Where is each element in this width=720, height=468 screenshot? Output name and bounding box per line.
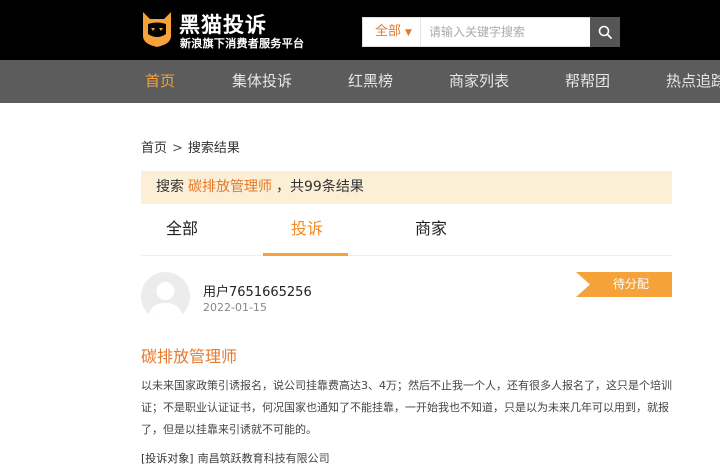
nav-item-merchant-list[interactable]: 商家列表 [449, 60, 509, 103]
complaint-target: [投诉对象] 南昌筑跃教育科技有限公司 [141, 450, 330, 466]
search-button[interactable] [590, 17, 620, 47]
nav-item-rankings[interactable]: 红黑榜 [348, 60, 393, 103]
search-category-select[interactable]: 全部 ▼ [363, 18, 421, 46]
complaint-title[interactable]: 碳排放管理师 [141, 343, 237, 367]
tab-all[interactable]: 全部 [166, 208, 198, 256]
tab-merchants[interactable]: 商家 [415, 208, 447, 256]
search-category-label: 全部 [375, 24, 402, 39]
complaint-body: 以未来国家政策引诱报名，说公司挂靠费高达3、4万；然后不止我一个人，还有很多人报… [141, 379, 672, 436]
complaint-date: 2022-01-15 [203, 301, 267, 314]
main-nav: 首页 集体投诉 红黑榜 商家列表 帮帮团 热点追踪 [0, 60, 720, 103]
result-count: ，共99条结果 [276, 179, 364, 195]
breadcrumb: 首页 > 搜索结果 [141, 137, 240, 156]
status-badge: 待分配 [576, 272, 672, 297]
result-keyword: 碳排放管理师 [188, 179, 272, 195]
result-tabs: 全部 投诉 商家 [141, 208, 672, 256]
breadcrumb-current: 搜索结果 [187, 141, 240, 156]
search-result-summary: 搜索 碳排放管理师 ，共99条结果 [141, 171, 672, 204]
nav-item-help-team[interactable]: 帮帮团 [565, 60, 610, 103]
tab-complaints[interactable]: 投诉 [291, 208, 323, 256]
logo-subtitle: 新浪旗下消费者服务平台 [180, 37, 305, 50]
default-user-icon [148, 282, 183, 321]
result-prefix: 搜索 [156, 179, 184, 195]
search-icon [598, 25, 612, 39]
caret-down-icon: ▼ [405, 28, 412, 38]
search-input[interactable] [423, 18, 589, 46]
nav-item-home[interactable]: 首页 [145, 60, 175, 103]
black-cat-icon [143, 12, 171, 47]
search-box: 全部 ▼ [362, 17, 620, 47]
breadcrumb-separator: > [172, 141, 183, 156]
avatar [141, 272, 190, 321]
nav-item-hot-topics[interactable]: 热点追踪 [666, 60, 720, 103]
complaint-target-value[interactable]: 南昌筑跃教育科技有限公司 [198, 452, 330, 465]
complaint-username: 用户7651665256 [203, 285, 312, 300]
breadcrumb-home[interactable]: 首页 [141, 141, 167, 156]
status-badge-label: 待分配 [612, 277, 649, 291]
complaint-target-label: [投诉对象] [141, 452, 194, 465]
top-header: 黑猫投诉 新浪旗下消费者服务平台 全部 ▼ [0, 0, 720, 60]
nav-item-group-complaints[interactable]: 集体投诉 [232, 60, 292, 103]
logo[interactable]: 黑猫投诉 新浪旗下消费者服务平台 [141, 10, 331, 50]
active-tab-indicator [263, 253, 348, 256]
